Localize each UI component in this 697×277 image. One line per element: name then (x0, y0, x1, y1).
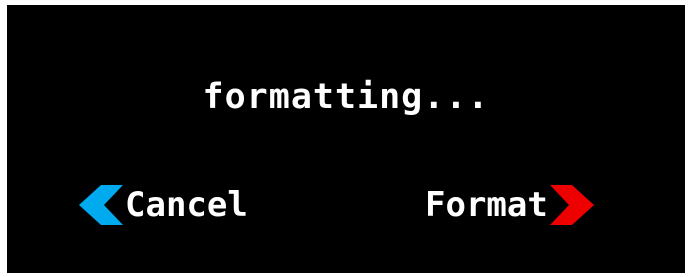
device-screen: formatting... Cancel Format (7, 5, 685, 273)
cancel-label: Cancel (125, 185, 248, 225)
left-chevron-shape (79, 185, 123, 225)
format-softkey[interactable]: Format (423, 184, 594, 226)
right-chevron-icon (549, 185, 594, 225)
format-label: Format (425, 185, 548, 225)
right-chevron-shape (549, 185, 594, 225)
cancel-softkey[interactable]: Cancel (79, 184, 250, 226)
status-text: formatting... (202, 77, 490, 117)
left-chevron-icon (79, 185, 123, 225)
